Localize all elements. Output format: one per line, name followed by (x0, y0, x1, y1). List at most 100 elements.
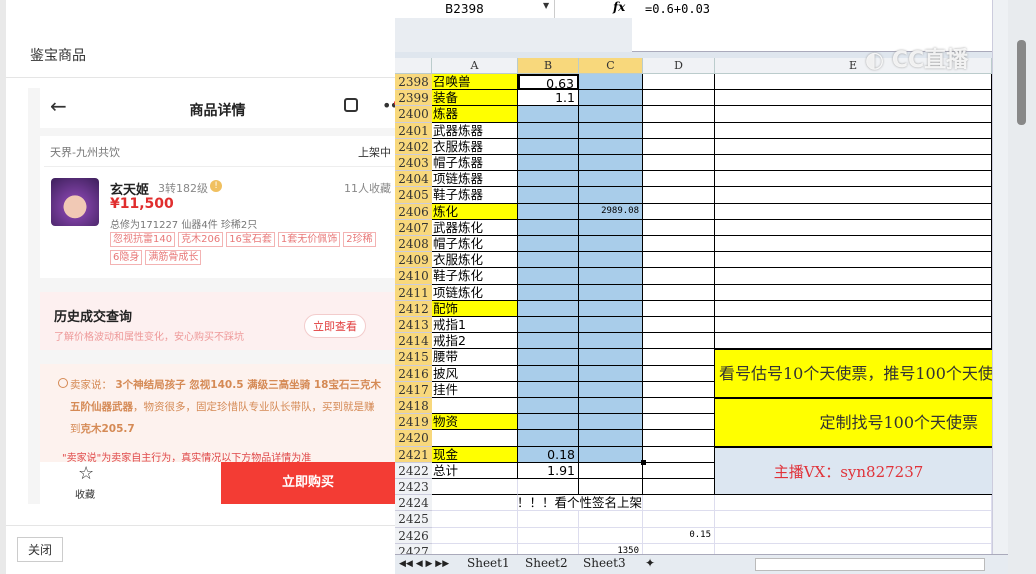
cell-C2409[interactable] (579, 252, 643, 269)
cell-A2419[interactable]: 物资 (432, 414, 518, 431)
column-header-A[interactable]: A (432, 58, 518, 74)
cell-A2418[interactable] (432, 398, 518, 415)
cell-D2420[interactable] (643, 430, 715, 447)
cell-A2398[interactable]: 召唤兽 (432, 74, 518, 91)
character-card[interactable]: 天界-九州共饮 上架中 玄天姬 3转182级 ! 11人收藏 ¥11,500 总… (40, 136, 395, 278)
cell-D2398[interactable] (643, 74, 715, 91)
select-all-corner[interactable] (395, 58, 432, 74)
cell-E2411[interactable] (715, 284, 992, 301)
cell-E2424[interactable] (715, 495, 992, 512)
row-header[interactable]: 2426 (395, 527, 432, 544)
cell-B2412[interactable] (518, 300, 579, 317)
cell-E2402[interactable] (715, 138, 992, 155)
cell-B2414[interactable] (518, 333, 579, 350)
cell-D2413[interactable] (643, 317, 715, 334)
row-header[interactable]: 2411 (395, 284, 432, 301)
favorite-label[interactable]: 收藏 (75, 486, 95, 501)
row-header[interactable]: 2407 (395, 219, 432, 236)
cell-A2407[interactable]: 武器炼化 (432, 219, 518, 236)
cell-D2403[interactable] (643, 155, 715, 172)
row-header[interactable]: 2419 (395, 414, 432, 431)
cell-E2399[interactable] (715, 90, 992, 107)
tab-sheet2[interactable]: Sheet2 (525, 556, 568, 570)
cell-B2426[interactable] (518, 527, 579, 544)
fill-handle[interactable] (641, 459, 646, 465)
cell-D2426[interactable]: 0.15 (643, 527, 715, 544)
cell-B2424[interactable]: 看个性签名上架！！！ (517, 495, 643, 512)
cell-D2422[interactable] (643, 462, 715, 479)
cell-C2406[interactable]: 2989.08 (579, 203, 643, 220)
share-icon[interactable] (344, 98, 358, 112)
cell-E2404[interactable] (715, 171, 992, 188)
cell-A2404[interactable]: 项链炼器 (432, 171, 518, 188)
cell-C2411[interactable] (579, 284, 643, 301)
cell-D2401[interactable] (643, 122, 715, 139)
row-header[interactable]: 2416 (395, 365, 432, 382)
cell-A2421[interactable]: 现金 (432, 446, 518, 463)
cell-E2412[interactable] (715, 300, 992, 317)
fx-icon[interactable]: fx (613, 0, 625, 14)
cell-C2421[interactable] (579, 446, 643, 463)
cell-E2426[interactable] (715, 527, 992, 544)
star-icon[interactable]: ☆ (78, 463, 94, 484)
cell-E2408[interactable] (715, 236, 992, 253)
cell-B2406[interactable] (518, 203, 579, 220)
row-header[interactable]: 2402 (395, 138, 432, 155)
cell-A2400[interactable]: 炼器 (432, 106, 518, 123)
cell-E2410[interactable] (715, 268, 992, 285)
cell-C2427[interactable]: 1350 (579, 543, 643, 554)
cell-B2415[interactable] (518, 349, 579, 366)
cell-C2425[interactable] (579, 511, 643, 528)
cell-B2410[interactable] (518, 268, 579, 285)
column-header-D[interactable]: D (643, 58, 715, 74)
cell-C2416[interactable] (579, 365, 643, 382)
cell-C2402[interactable] (579, 138, 643, 155)
column-header-B[interactable]: B (518, 58, 579, 74)
cell-C2405[interactable] (579, 187, 643, 204)
cell-E2413[interactable] (715, 317, 992, 334)
cell-C2418[interactable] (579, 398, 643, 415)
cell-B2418[interactable] (518, 398, 579, 415)
cell-C2399[interactable] (579, 90, 643, 107)
cell-C2400[interactable] (579, 106, 643, 123)
tab-nav-icons[interactable]: ◀◀ ◀ ▶ ▶▶ (399, 559, 449, 569)
row-header[interactable]: 2405 (395, 187, 432, 204)
formula-input[interactable]: =0.6+0.03 (645, 2, 710, 16)
name-box[interactable]: B2398 (395, 0, 555, 18)
cell-D2414[interactable] (643, 333, 715, 350)
cell-D2427[interactable] (643, 543, 715, 554)
row-header[interactable]: 2427 (395, 543, 432, 554)
cell-A2401[interactable]: 武器炼器 (432, 122, 518, 139)
cell-B2420[interactable] (518, 430, 579, 447)
cell-E2403[interactable] (715, 155, 992, 172)
cell-A2406[interactable]: 炼化 (432, 203, 518, 220)
cell-E2400[interactable] (715, 106, 992, 123)
cell-D2423[interactable] (643, 479, 715, 496)
row-header[interactable]: 2400 (395, 106, 432, 123)
cell-D2404[interactable] (643, 171, 715, 188)
cell-B2427[interactable] (518, 543, 579, 554)
cell-C2412[interactable] (579, 300, 643, 317)
cell-A2423[interactable] (432, 479, 518, 496)
row-header[interactable]: 2403 (395, 155, 432, 172)
cell-C2420[interactable] (579, 430, 643, 447)
row-header[interactable]: 2398 (395, 74, 432, 91)
merged-cell-E[interactable]: 看号估号10个天使票，推号100个天使票 (715, 349, 992, 398)
cell-A2403[interactable]: 帽子炼器 (432, 155, 518, 172)
row-header[interactable]: 2406 (395, 203, 432, 220)
horizontal-scrollbar[interactable] (755, 558, 985, 571)
cell-D2424[interactable] (643, 495, 715, 512)
cell-C2403[interactable] (579, 155, 643, 172)
cell-A2402[interactable]: 衣服炼器 (432, 138, 518, 155)
row-header[interactable]: 2420 (395, 430, 432, 447)
cell-D2421[interactable] (643, 446, 715, 463)
cell-D2418[interactable] (643, 398, 715, 415)
cell-B2407[interactable] (518, 219, 579, 236)
cell-C2407[interactable] (579, 219, 643, 236)
cell-E2425[interactable] (715, 511, 992, 528)
cell-B2398[interactable]: 0.63 (518, 74, 579, 91)
cell-C2414[interactable] (579, 333, 643, 350)
cell-E2409[interactable] (715, 252, 992, 269)
cell-A2422[interactable]: 总计 (432, 462, 518, 479)
cell-B2417[interactable] (518, 381, 579, 398)
